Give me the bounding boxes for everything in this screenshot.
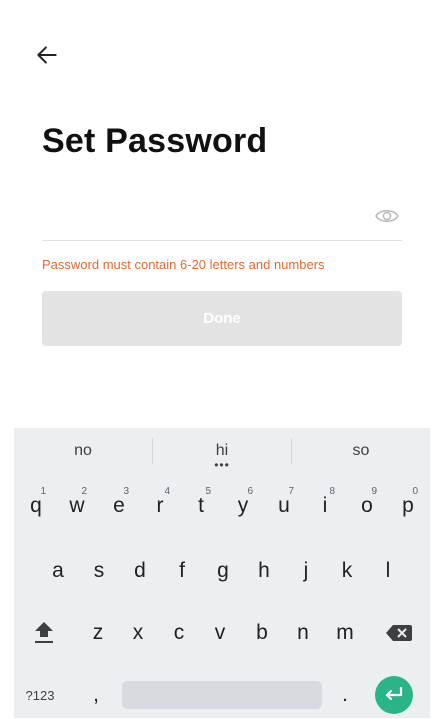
key-u[interactable]: u7 <box>264 482 304 530</box>
password-requirement-hint: Password must contain 6-20 letters and n… <box>42 257 325 272</box>
key-d[interactable]: d <box>120 547 160 595</box>
suggestion-hi[interactable]: hi ••• <box>153 428 291 474</box>
key-v[interactable]: v <box>200 609 240 657</box>
suggestion-so[interactable]: so <box>292 428 430 474</box>
key-hint: 3 <box>123 486 129 497</box>
key-j[interactable]: j <box>286 547 326 595</box>
password-field-row <box>42 198 402 241</box>
comma-key[interactable]: , <box>76 671 116 719</box>
space-bar[interactable] <box>122 681 322 709</box>
key-w[interactable]: w2 <box>57 482 97 530</box>
enter-icon <box>385 686 403 701</box>
shift-key[interactable] <box>24 609 64 657</box>
eye-icon[interactable] <box>374 206 400 226</box>
key-f[interactable]: f <box>162 547 202 595</box>
key-k[interactable]: k <box>327 547 367 595</box>
key-n[interactable]: n <box>283 609 323 657</box>
key-o[interactable]: o9 <box>347 482 387 530</box>
key-l[interactable]: l <box>368 547 408 595</box>
key-a[interactable]: a <box>38 547 78 595</box>
key-hint: 6 <box>247 486 253 497</box>
key-e[interactable]: e3 <box>99 482 139 530</box>
soft-keyboard: no hi ••• so q1 w2 e3 r4 t5 y6 u7 i8 o9 p… <box>14 428 430 718</box>
shift-icon <box>35 622 53 643</box>
key-q[interactable]: q1 <box>16 482 56 530</box>
key-hint: 7 <box>288 486 294 497</box>
key-y[interactable]: y6 <box>223 482 263 530</box>
key-r[interactable]: r4 <box>140 482 180 530</box>
key-hint: 5 <box>205 486 211 497</box>
key-p[interactable]: p0 <box>388 482 428 530</box>
key-hint: 0 <box>412 486 418 497</box>
key-hint: 4 <box>164 486 170 497</box>
key-hint: 8 <box>329 486 335 497</box>
key-x[interactable]: x <box>118 609 158 657</box>
key-i[interactable]: i8 <box>305 482 345 530</box>
key-m[interactable]: m <box>325 609 365 657</box>
key-hint: 1 <box>40 486 46 497</box>
page-title: Set Password <box>42 122 268 160</box>
key-hint: 9 <box>371 486 377 497</box>
done-button[interactable]: Done <box>42 291 402 346</box>
key-z[interactable]: z <box>78 609 118 657</box>
more-suggestions-icon: ••• <box>214 458 230 472</box>
back-arrow-icon[interactable] <box>34 42 60 68</box>
period-key[interactable]: . <box>325 671 365 719</box>
enter-key[interactable] <box>375 676 413 714</box>
suggestion-bar: no hi ••• so <box>14 428 430 474</box>
key-h[interactable]: h <box>244 547 284 595</box>
key-c[interactable]: c <box>159 609 199 657</box>
key-t[interactable]: t5 <box>181 482 221 530</box>
suggestion-no[interactable]: no <box>14 428 152 474</box>
backspace-icon <box>386 625 412 641</box>
key-hint: 2 <box>81 486 87 497</box>
key-s[interactable]: s <box>79 547 119 595</box>
password-input[interactable] <box>42 198 366 240</box>
symbols-key[interactable]: ?123 <box>20 671 60 719</box>
backspace-key[interactable] <box>379 609 419 657</box>
key-b[interactable]: b <box>242 609 282 657</box>
key-g[interactable]: g <box>203 547 243 595</box>
